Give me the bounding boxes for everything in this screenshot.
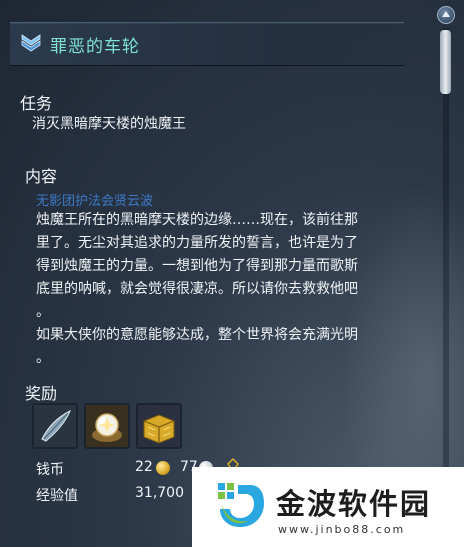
watermark-logo: 金波软件园 www.jinbo88.com [192, 467, 464, 547]
scrollbar-track[interactable] [443, 28, 449, 528]
scroll-to-top-button[interactable] [437, 6, 455, 24]
exp-value: 31,700 [135, 485, 184, 501]
task-text: 消灭黑暗摩天楼的烛魔王 [32, 116, 186, 132]
task-heading: 任务 [20, 94, 53, 113]
description-line: 底里的呐喊，就会觉得很凄凉。所以请你去救救他吧 [36, 281, 358, 297]
exp-label: 经验值 [36, 488, 78, 504]
quest-chevron-icon [21, 34, 41, 52]
quest-title-bar: 罪恶的车轮 [10, 22, 404, 66]
quest-title: 罪恶的车轮 [50, 37, 140, 57]
watermark-name: 金波软件园 [276, 487, 432, 521]
reward-item-slot[interactable] [136, 403, 182, 449]
gold-coin-icon [156, 461, 170, 475]
reward-item-slot[interactable] [32, 403, 78, 449]
description-line: 烛魔王所在的黑暗摩天楼的边缘……现在，该前往那 [36, 212, 358, 228]
description-line: 得到烛魔王的力量。一想到他为了得到那力量而歌斯 [36, 258, 358, 274]
scrollbar-thumb[interactable] [440, 30, 451, 94]
watermark-url: www.jinbo88.com [278, 523, 406, 536]
description-line: 如果大侠你的意愿能够达成，整个世界将会充满光明 [36, 327, 358, 343]
feather-blade-icon [34, 405, 76, 447]
npc-name-link[interactable]: 无影团护法会贤云波 [36, 190, 153, 209]
description-line: 。 [36, 304, 50, 320]
reward-heading: 奖励 [25, 384, 58, 403]
treasure-chest-icon [138, 405, 180, 447]
description-line: 里了。无尘对其追求的力量所发的誓言，也许是为了 [36, 235, 358, 251]
glowing-orb-icon [86, 405, 128, 447]
quest-description: 烛魔王所在的黑暗摩天楼的边缘……现在，该前往那 里了。无尘对其追求的力量所发的誓… [36, 209, 358, 370]
money-label: 钱币 [36, 462, 64, 478]
content-heading: 内容 [25, 167, 58, 186]
jinbo-logo-icon [218, 483, 264, 527]
reward-item-slot[interactable] [84, 403, 130, 449]
description-line: 。 [36, 350, 50, 366]
money-gold-amount: 22 [135, 459, 153, 475]
